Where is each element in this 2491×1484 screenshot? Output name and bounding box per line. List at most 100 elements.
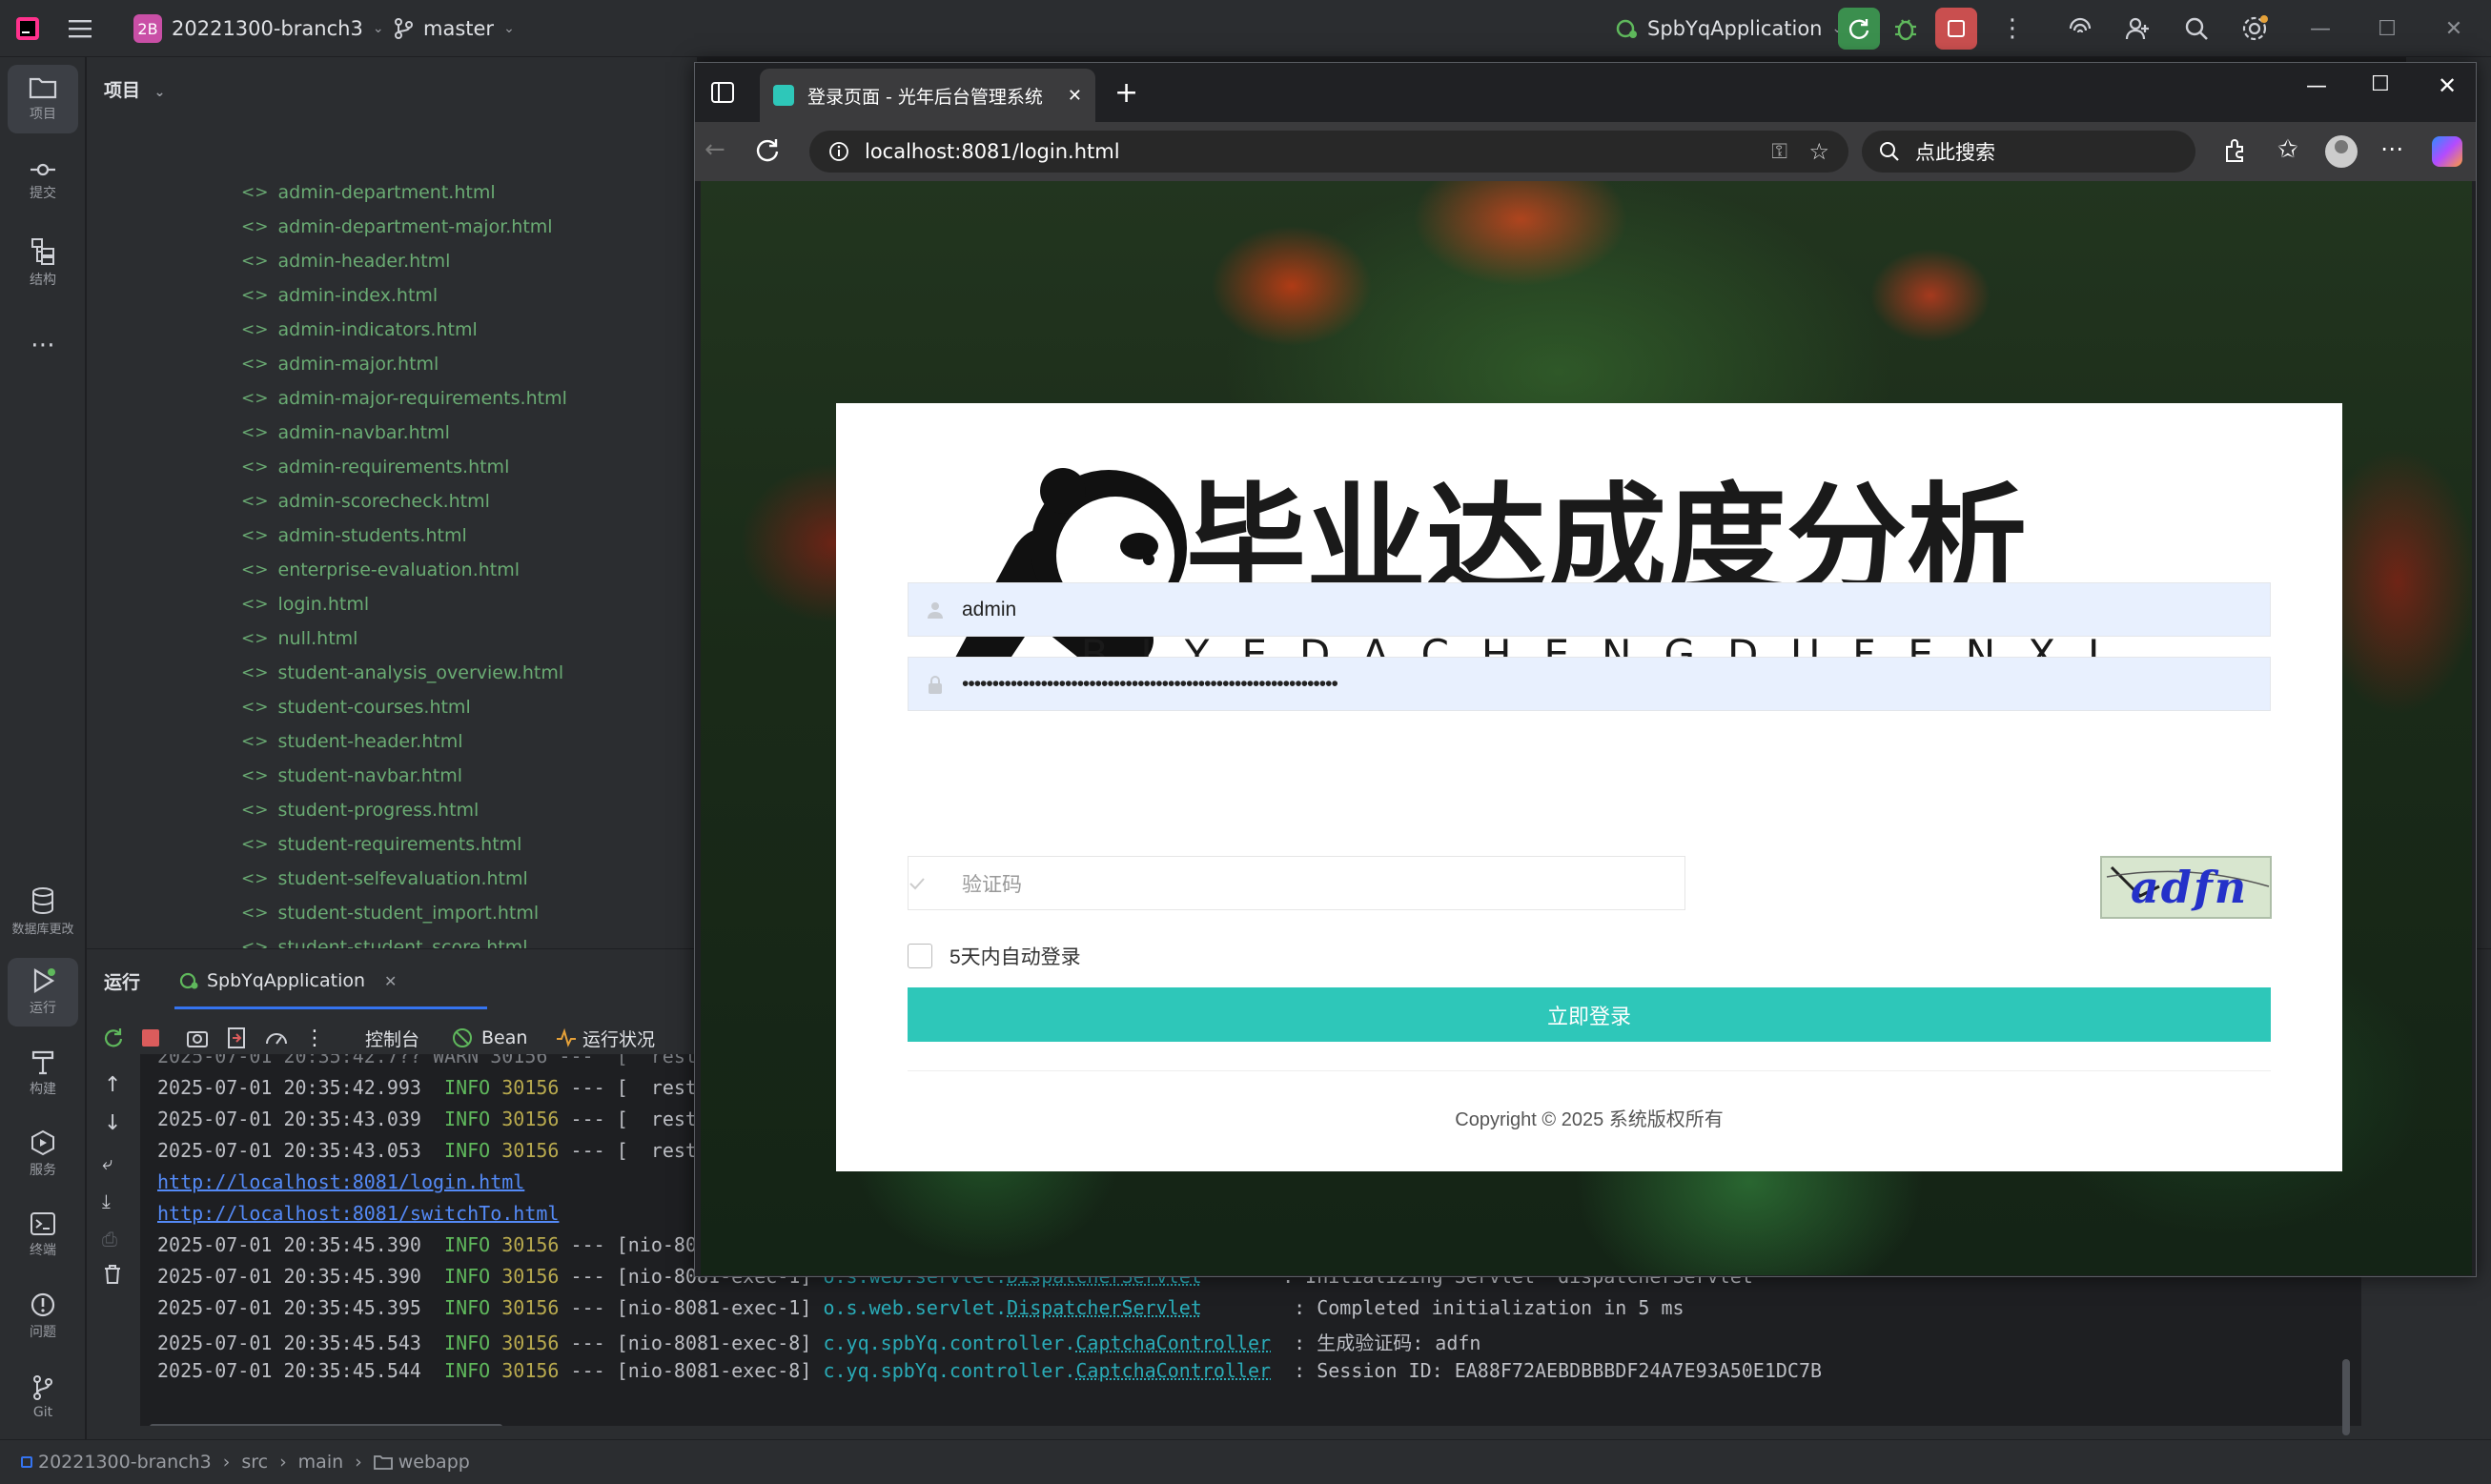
file-item[interactable]: <> student-analysis_overview.html [241,656,563,690]
more-icon[interactable]: ⋮ [304,1022,325,1054]
file-item[interactable]: <> null.html [241,621,357,656]
arrow-up-icon[interactable]: ↑ [104,1073,121,1097]
captcha-image[interactable]: adfn [2100,856,2272,919]
file-item[interactable]: <> admin-navbar.html [241,416,450,450]
tab-actions-icon[interactable] [710,80,735,109]
trash-icon[interactable] [103,1264,122,1289]
tab-bean[interactable]: Bean [451,1022,527,1054]
tool-terminal[interactable]: 终端 [8,1201,78,1270]
url-field[interactable]: localhost:8081/login.html ⚿ ☆ [809,131,1848,173]
close-window-icon[interactable]: ✕ [2438,72,2457,99]
browser-search-field[interactable]: 点此搜索 [1862,131,2195,173]
tool-commit[interactable]: 提交 [8,147,78,215]
file-item[interactable]: <> admin-requirements.html [241,450,509,484]
tool-run[interactable]: 运行 [8,958,78,1027]
tool-build[interactable]: 构建 [8,1039,78,1108]
tool-database-changes[interactable]: 数据库更改 [8,877,78,945]
ide-logo-icon[interactable] [15,0,40,57]
file-item[interactable]: <> student-student_import.html [241,896,539,930]
browser-menu-icon[interactable]: ⋯ [2380,135,2403,162]
project-panel-header[interactable]: 项目 ⌄ [104,76,165,102]
file-item[interactable]: <> student-requirements.html [241,827,521,862]
horizontal-scrollbar[interactable] [150,1424,502,1426]
profile-avatar[interactable] [2325,135,2358,168]
rerun-icon[interactable] [102,1022,125,1054]
file-item[interactable]: <> admin-major.html [241,347,439,381]
vertical-scrollbar[interactable] [2342,1359,2350,1435]
log-logger-class[interactable]: DispatcherServlet [1007,1296,1202,1319]
more-tools-icon[interactable]: ⋯ [8,311,78,379]
minimize-icon[interactable]: — [2306,74,2327,98]
file-item[interactable]: <> enterprise-evaluation.html [241,553,520,587]
file-item[interactable]: <> student-courses.html [241,690,471,724]
minimize-icon[interactable]: — [2292,0,2349,57]
maximize-icon[interactable]: ☐ [2371,72,2390,96]
close-icon[interactable]: ✕ [2425,0,2482,57]
browser-tab-active[interactable]: 登录页面 - 光年后台管理系统 ✕ [760,69,1095,122]
refresh-icon[interactable] [754,136,781,167]
file-item[interactable]: <> admin-scorecheck.html [241,484,490,518]
file-item[interactable]: <> student-progress.html [241,793,479,827]
tab-health[interactable]: 运行状况 [556,1022,655,1054]
file-item[interactable]: <> student-header.html [241,724,463,759]
debug-button[interactable] [1892,0,1919,57]
remember-checkbox[interactable] [908,944,932,968]
tool-git[interactable]: Git [8,1363,78,1432]
tool-structure[interactable]: 结构 [8,229,78,297]
favorites-icon[interactable]: ✩ [2277,135,2298,164]
login-button[interactable]: 立即登录 [908,987,2271,1042]
file-item[interactable]: <> login.html [241,587,369,621]
close-tab-icon[interactable]: ✕ [384,972,397,990]
console-link[interactable]: http://localhost:8081/switchTo.html [157,1202,559,1225]
file-item[interactable]: <> admin-major-requirements.html [241,381,567,416]
tool-problems[interactable]: 问题 [8,1282,78,1351]
file-item[interactable]: <> admin-header.html [241,244,450,278]
breadcrumb-webapp[interactable]: webapp [398,1452,470,1473]
scroll-end-icon[interactable]: ⤓ [102,1189,111,1212]
breadcrumb-src[interactable]: src [241,1452,268,1473]
file-item[interactable]: <> admin-department-major.html [241,210,553,244]
remember-me[interactable]: 5天内自动登录 [908,942,1081,970]
restore-layout-icon[interactable] [226,1022,247,1054]
copilot-icon[interactable] [2432,136,2462,167]
gauge-icon[interactable] [264,1022,289,1054]
breadcrumb-main[interactable]: main [298,1452,343,1473]
camera-icon[interactable] [186,1022,209,1054]
search-icon[interactable] [2183,0,2210,57]
soft-wrap-icon[interactable]: ⤶ [102,1151,112,1174]
console-link[interactable]: http://localhost:8081/login.html [157,1170,524,1193]
stop-button[interactable] [1935,0,1977,57]
extensions-icon[interactable] [2222,138,2247,167]
print-icon[interactable]: ⎙ [102,1228,117,1250]
settings-gear-icon[interactable] [2240,0,2269,57]
ai-assistant-icon[interactable] [2067,0,2093,57]
more-actions-icon[interactable]: ⋮ [2000,0,2025,57]
project-switcher[interactable]: 2B 20221300-branch3 ⌄ [133,0,384,57]
arrow-down-icon[interactable]: ↓ [104,1111,121,1135]
tab-console[interactable]: 控制台 [365,1022,419,1054]
back-icon[interactable]: ← [704,135,725,164]
file-item[interactable]: <> admin-indicators.html [241,313,478,347]
tab-spbyqapplication[interactable]: SpbYqApplication ✕ [178,965,397,997]
main-menu-icon[interactable] [69,0,93,57]
branch-switcher[interactable]: master ⌄ [393,0,515,57]
key-icon[interactable]: ⚿ [1771,140,1787,164]
tool-services[interactable]: 服务 [8,1120,78,1189]
log-logger-class[interactable]: CaptchaController [1075,1332,1271,1354]
favorite-star-icon[interactable]: ☆ [1808,138,1829,165]
log-logger-class[interactable]: CaptchaController [1075,1359,1271,1382]
file-item[interactable]: <> admin-students.html [241,518,467,553]
rerun-button[interactable] [1838,0,1880,57]
tool-project[interactable]: 项目 [8,65,78,133]
file-item[interactable]: <> admin-department.html [241,175,496,210]
file-item[interactable]: <> student-navbar.html [241,759,462,793]
maximize-icon[interactable]: ☐ [2358,0,2416,57]
add-user-icon[interactable] [2124,0,2151,57]
close-tab-icon[interactable]: ✕ [1068,86,1082,106]
file-item[interactable]: <> admin-index.html [241,278,438,313]
file-item[interactable]: <> student-selfevaluation.html [241,862,528,896]
new-tab-icon[interactable]: + [1114,76,1138,110]
captcha-input[interactable]: 验证码 [908,856,1685,910]
breadcrumb-project[interactable]: 20221300-branch3 [38,1452,212,1473]
password-field[interactable]: ••••••••••••••••••••••••••••••••••••••••… [908,657,2271,711]
